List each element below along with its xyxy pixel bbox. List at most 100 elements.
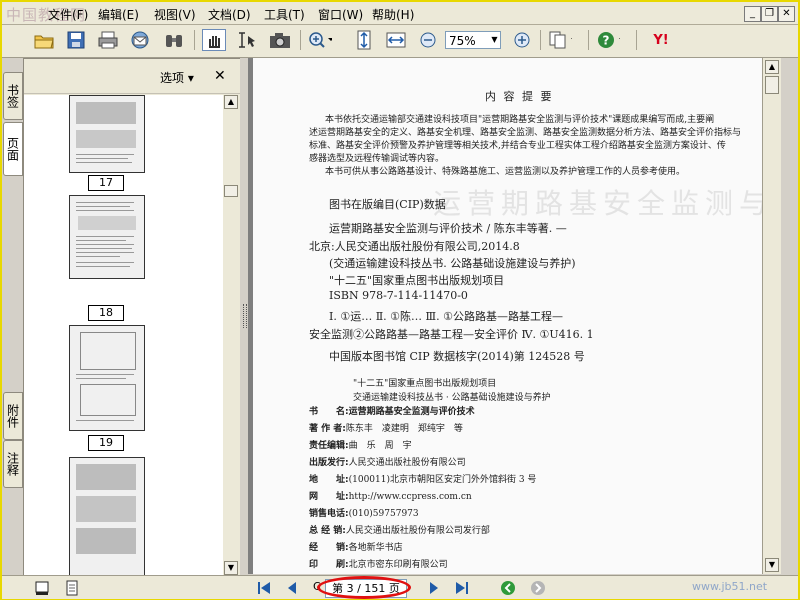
scroll-down-icon[interactable]: ▼	[224, 561, 238, 575]
hand-tool-icon[interactable]	[202, 29, 226, 51]
info-row: 总 经 销:人民交通出版社股份有限公司发行部	[309, 523, 490, 536]
cip-line: Ⅰ. ①运… Ⅱ. ①陈… Ⅲ. ①公路路基—路基工程—	[329, 310, 563, 323]
yahoo-logo-text: Y!	[653, 32, 669, 48]
menu-edit[interactable]: 编辑(E)	[98, 6, 139, 23]
options-menu[interactable]: 选项 ▾	[160, 69, 194, 86]
info-value: 曲 乐 周 宇	[348, 441, 412, 451]
menu-help[interactable]: 帮助(H)	[372, 6, 414, 23]
cip-line: 北京:人民交通出版社股份有限公司,2014.8	[309, 240, 520, 253]
info-label: 出版发行:	[309, 458, 349, 468]
restore-button[interactable]: ❐	[761, 6, 778, 22]
summary-line: 述运营期路基安全的定义、路基安全机理、路基安全监测、路基安全监测数据分析方法、路…	[309, 128, 742, 138]
zoom-in-tool-icon[interactable]	[308, 29, 332, 51]
page-layout-icon[interactable]	[548, 29, 572, 51]
menu-bar: 中国教程网 文件(F) 编辑(E) 视图(V) 文档(D) 工具(T) 窗口(W…	[2, 2, 798, 25]
svg-text:?: ?	[603, 34, 610, 48]
menu-file[interactable]: 文件(F)	[48, 6, 88, 23]
print-icon[interactable]	[96, 29, 120, 51]
thumbnail-list: 17 18 19	[24, 95, 223, 575]
cip-line: 运营期路基安全监测与评价技术 / 陈东丰等著. —	[329, 222, 567, 235]
binoculars-icon[interactable]	[162, 29, 186, 51]
info-value: 人民交通出版社股份有限公司发行部	[345, 526, 490, 536]
scroll-up-icon[interactable]: ▲	[224, 95, 238, 109]
info-label: 地 址:	[309, 475, 349, 485]
tab-comments[interactable]: 注释	[3, 440, 23, 488]
document-scrollbar[interactable]: ▲ ▼	[762, 58, 781, 574]
scroll-thumb[interactable]	[224, 185, 238, 197]
next-page-icon[interactable]	[426, 580, 442, 596]
minimize-button[interactable]: _	[744, 6, 761, 22]
status-bar: C 第 3 / 151 页 www.jb51.net	[2, 575, 798, 599]
go-back-icon[interactable]	[500, 580, 516, 596]
screen-mode-icon[interactable]	[34, 580, 50, 596]
info-label: 销售电话:	[309, 509, 349, 519]
cip-line: "十二五"国家重点图书出版规划项目	[329, 274, 505, 287]
info-value: http://www.ccpress.com.cn	[348, 492, 472, 502]
thumbnail-scrollbar[interactable]: ▲ ▼	[223, 95, 239, 575]
page-thumbnail[interactable]	[69, 457, 145, 575]
email-icon[interactable]	[128, 29, 152, 51]
bleed-through-text: 运营期路基安全监测与	[433, 187, 762, 220]
info-label: 印 刷:	[309, 560, 349, 570]
info-row: 地 址:(100011)北京市朝阳区安定门外外馆斜街 3 号	[309, 472, 536, 485]
tab-pages[interactable]: 页面	[3, 122, 23, 176]
info-value: 运营期路基安全监测与评价技术	[348, 407, 475, 417]
select-text-icon[interactable]	[234, 29, 258, 51]
summary-heading: 内 容 提 要	[485, 90, 554, 103]
panel-splitter[interactable]	[240, 58, 248, 578]
info-value: 各地新华书店	[348, 543, 403, 553]
page-thumbnail[interactable]	[69, 95, 145, 173]
series-line: 交通运输建设科技丛书 · 公路基础设施建设与养护	[353, 393, 551, 403]
info-row: 书 名:运营期路基安全监测与评价技术	[309, 404, 475, 417]
info-value: 北京市密东印刷有限公司	[348, 560, 448, 570]
document-page: 内 容 提 要 本书依托交通运输部交通建设科技项目"运营期路基安全监测与评价技术…	[253, 58, 762, 574]
menu-window[interactable]: 窗口(W)	[318, 6, 363, 23]
info-value: 陈东丰 凌建明 郑纯宇 等	[345, 424, 463, 434]
info-row: 印 刷:北京市密东印刷有限公司	[309, 557, 448, 570]
scroll-down-icon[interactable]: ▼	[765, 558, 779, 572]
previous-page-icon[interactable]	[284, 580, 300, 596]
snapshot-camera-icon[interactable]	[268, 29, 292, 51]
info-row: 著 作 者:陈东丰 凌建明 郑纯宇 等	[309, 421, 463, 434]
zoom-out-icon[interactable]	[416, 29, 440, 51]
first-page-icon[interactable]	[256, 580, 272, 596]
last-page-icon[interactable]	[454, 580, 470, 596]
corner-watermark: www.jb51.net	[692, 580, 768, 593]
help-icon[interactable]: ?	[596, 29, 620, 51]
page-view-icon[interactable]	[64, 580, 80, 596]
chevron-down-icon[interactable]: ▼	[489, 32, 500, 48]
info-label: 责任编辑:	[309, 441, 349, 451]
scroll-up-icon[interactable]: ▲	[765, 60, 779, 74]
go-forward-icon[interactable]	[530, 580, 546, 596]
yahoo-toolbar-logo[interactable]: Y!	[644, 29, 678, 51]
menu-document[interactable]: 文档(D)	[208, 6, 251, 23]
toolbar: 75% ▼ ? Y!	[2, 25, 798, 58]
summary-line: 感器选型及远程传输调试等内容。	[309, 154, 445, 164]
page-thumbnail[interactable]	[69, 325, 145, 431]
scroll-thumb[interactable]	[765, 76, 779, 94]
info-row: 出版发行:人民交通出版社股份有限公司	[309, 455, 466, 468]
close-button[interactable]: ✕	[778, 6, 795, 22]
info-value: (100011)北京市朝阳区安定门外外馆斜街 3 号	[348, 475, 537, 485]
fit-width-icon[interactable]	[384, 29, 408, 51]
info-label: 经 销:	[309, 543, 349, 553]
menu-tools[interactable]: 工具(T)	[264, 6, 305, 23]
info-value: (010)59757973	[348, 509, 419, 519]
save-icon[interactable]	[64, 29, 88, 51]
fit-height-icon[interactable]	[352, 29, 376, 51]
tab-attachments[interactable]: 附件	[3, 392, 23, 440]
page-label: 19	[88, 435, 124, 451]
close-icon[interactable]: ✕	[214, 68, 226, 84]
cip-line: 安全监测②公路路基—路基工程—安全评价 Ⅳ. ①U416. 1	[309, 328, 594, 341]
info-row: 责任编辑:曲 乐 周 宇	[309, 438, 412, 451]
page-thumbnail[interactable]	[69, 195, 145, 279]
zoom-in-icon[interactable]	[510, 29, 534, 51]
cip-line: (交通运输建设科技丛书. 公路基础设施建设与养护)	[329, 257, 576, 270]
open-folder-icon[interactable]	[32, 29, 56, 51]
side-tab-strip: 书签 页面 附件 注释	[2, 58, 23, 578]
menu-view[interactable]: 视图(V)	[154, 6, 196, 23]
cip-line: ISBN 978-7-114-11470-0	[329, 289, 468, 302]
tab-bookmarks[interactable]: 书签	[3, 72, 23, 120]
pages-panel: 选项 ▾ ✕ 17 18 19 ▲ ▼	[23, 58, 241, 578]
cip-title: 图书在版编目(CIP)数据	[329, 198, 446, 211]
